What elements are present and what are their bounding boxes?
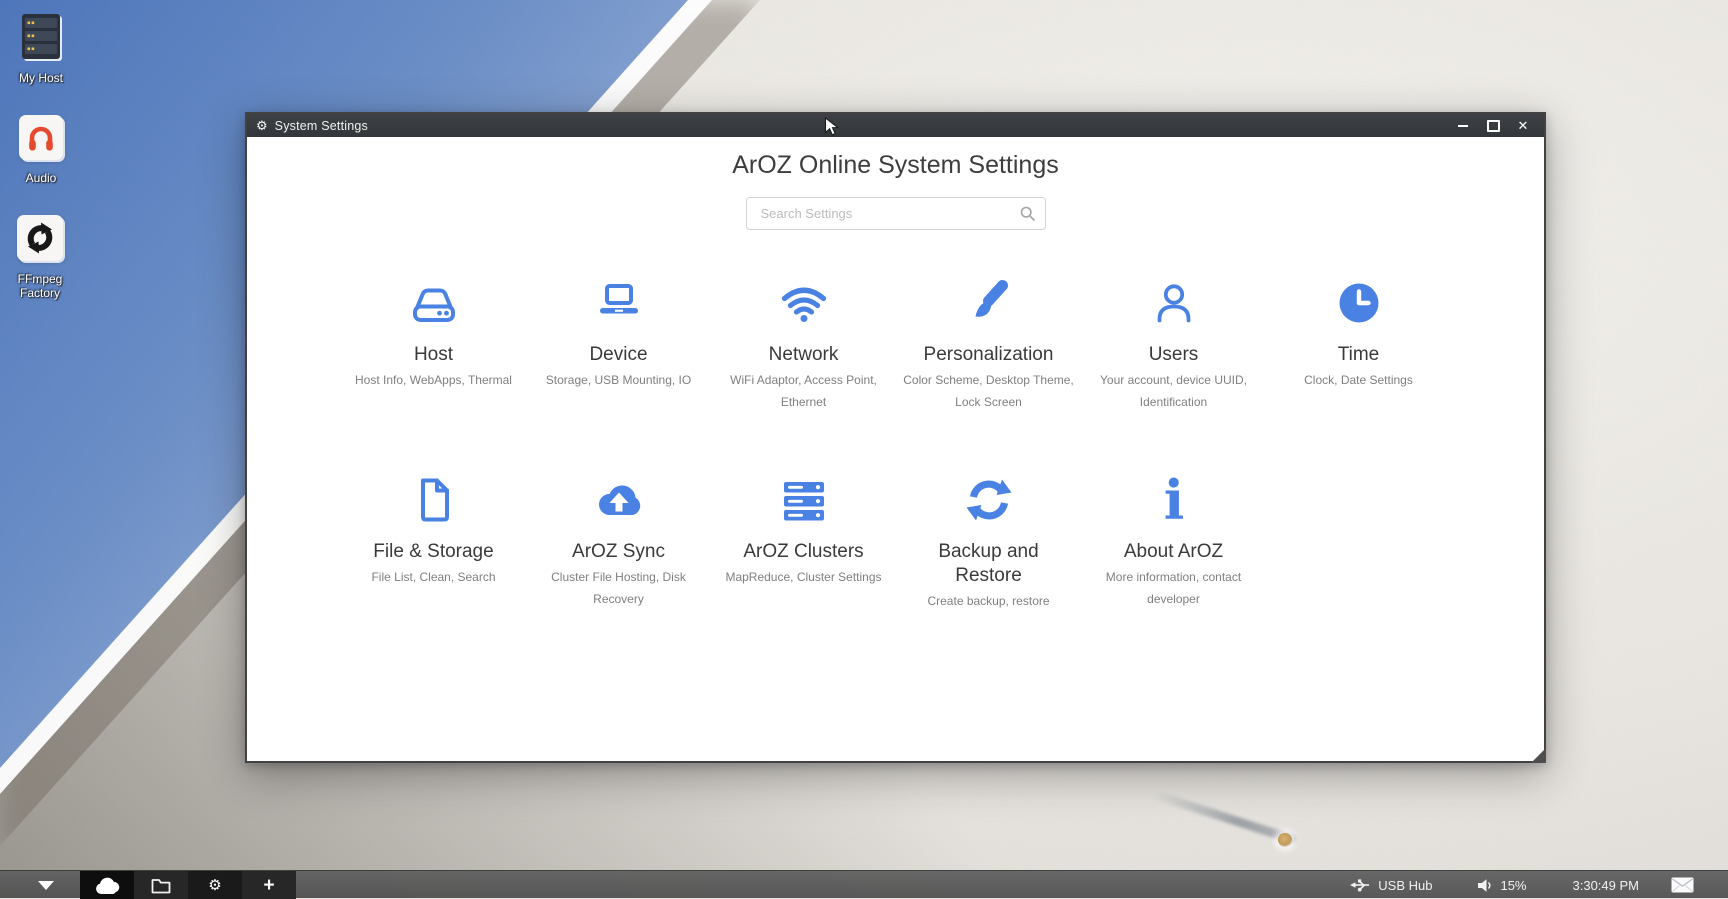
card-device[interactable]: Device Storage, USB Mounting, IO	[526, 272, 711, 413]
tray-messages[interactable]	[1671, 877, 1694, 893]
taskbar-folder-button[interactable]	[134, 871, 188, 899]
card-title: Time	[1266, 343, 1451, 367]
tray-clock[interactable]: 3:30:49 PM	[1573, 878, 1640, 893]
card-subtitle: Cluster File Hosting, Disk Recovery	[528, 566, 710, 610]
gear-icon: ⚙	[208, 876, 221, 894]
cloud-icon	[94, 876, 121, 895]
card-users[interactable]: Users Your account, device UUID, Identif…	[1081, 272, 1266, 413]
paint-brush-icon	[961, 275, 1017, 331]
settings-content: ArOZ Online System Settings Host Host In…	[247, 137, 1544, 763]
minimize-icon	[1458, 125, 1468, 127]
taskbar: ⚙ + USB Hub 15%	[0, 870, 1728, 898]
desktop-icon-audio[interactable]: Audio	[0, 115, 82, 185]
tray-volume[interactable]: 15%	[1478, 878, 1526, 893]
maximize-icon	[1487, 120, 1500, 132]
card-subtitle: WiFi Adaptor, Access Point, Ethernet	[713, 369, 895, 413]
card-network[interactable]: Network WiFi Adaptor, Access Point, Ethe…	[711, 272, 896, 413]
cloud-upload-icon	[591, 472, 647, 528]
window-titlebar[interactable]: ⚙ System Settings ✕	[247, 114, 1544, 137]
card-title: ArOZ Sync	[526, 540, 711, 564]
search-icon	[1020, 206, 1035, 221]
tray-volume-label: 15%	[1500, 878, 1526, 893]
tray-clock-label: 3:30:49 PM	[1573, 878, 1640, 893]
close-button[interactable]: ✕	[1516, 119, 1530, 133]
wall-nail	[1278, 833, 1292, 847]
card-subtitle: Storage, USB Mounting, IO	[528, 369, 710, 391]
desktop-icon-label: Audio	[0, 171, 82, 185]
card-title: Personalization	[896, 343, 1081, 367]
system-tray: USB Hub 15% 3:30:49 PM	[1350, 871, 1728, 899]
plus-icon: +	[263, 876, 274, 895]
desktop-icon-ffmpeg-factory[interactable]: FFmpeg Factory	[0, 215, 81, 300]
card-subtitle: More information, contact developer	[1083, 566, 1265, 610]
card-aroz-sync[interactable]: ArOZ Sync Cluster File Hosting, Disk Rec…	[526, 469, 711, 612]
speaker-icon	[1478, 879, 1493, 892]
clock-icon	[1331, 275, 1387, 331]
card-subtitle: File List, Clean, Search	[343, 566, 525, 588]
card-about-aroz[interactable]: i About ArOZ More information, contact d…	[1081, 469, 1266, 612]
gear-icon: ⚙	[256, 119, 268, 132]
page-title: ArOZ Online System Settings	[247, 151, 1544, 180]
info-icon: i	[1146, 472, 1202, 528]
wifi-icon	[776, 275, 832, 331]
user-icon	[1146, 275, 1202, 331]
card-subtitle: Your account, device UUID, Identificatio…	[1083, 369, 1265, 413]
minimize-button[interactable]	[1456, 119, 1470, 133]
headphones-icon	[26, 123, 56, 153]
settings-grid-row2: File & Storage File List, Clean, Search …	[341, 469, 1544, 612]
folder-icon	[151, 877, 171, 894]
card-subtitle: Color Scheme, Desktop Theme, Lock Screen	[898, 369, 1080, 413]
svg-text:i: i	[1163, 472, 1184, 528]
desktop-icon-my-host[interactable]: My Host	[0, 13, 82, 85]
tray-usb[interactable]: USB Hub	[1350, 878, 1432, 893]
card-title: Network	[711, 343, 896, 367]
hdd-icon	[406, 275, 462, 331]
taskbar-apps: ⚙ +	[80, 871, 296, 899]
card-backup-restore[interactable]: Backup and Restore Create backup, restor…	[896, 469, 1081, 612]
card-title: Host	[341, 343, 526, 367]
refresh-icon	[961, 472, 1017, 528]
card-title: Backup and Restore	[924, 540, 1054, 588]
chevron-down-icon[interactable]	[38, 881, 54, 890]
card-subtitle: Clock, Date Settings	[1268, 369, 1450, 391]
window-resize-handle[interactable]	[1531, 748, 1546, 763]
taskbar-settings-button[interactable]: ⚙	[188, 871, 242, 899]
system-settings-window: ⚙ System Settings ✕ ArOZ Online System S…	[245, 112, 1546, 763]
taskbar-add-button[interactable]: +	[242, 871, 296, 899]
card-subtitle: Create backup, restore	[898, 590, 1080, 612]
desktop-icon-label: FFmpeg Factory	[8, 272, 72, 300]
card-subtitle: MapReduce, Cluster Settings	[713, 566, 895, 588]
search-box	[746, 197, 1046, 230]
envelope-icon	[1671, 877, 1694, 893]
server-rack-icon	[0, 13, 82, 60]
taskbar-cloud-button[interactable]	[80, 871, 134, 899]
file-icon	[406, 472, 462, 528]
usb-icon	[1350, 878, 1371, 892]
desktop-icon-label: My Host	[0, 71, 82, 85]
server-icon	[776, 472, 832, 528]
card-title: File & Storage	[341, 540, 526, 564]
card-title: About ArOZ	[1081, 540, 1266, 564]
card-title: ArOZ Clusters	[711, 540, 896, 564]
search-input[interactable]	[746, 197, 1046, 230]
card-title: Device	[526, 343, 711, 367]
laptop-icon	[591, 275, 647, 331]
recycle-arrows-icon	[24, 222, 56, 254]
settings-grid-row1: Host Host Info, WebApps, Thermal Device …	[341, 272, 1544, 413]
card-personalization[interactable]: Personalization Color Scheme, Desktop Th…	[896, 272, 1081, 413]
card-title: Users	[1081, 343, 1266, 367]
window-title: System Settings	[275, 119, 368, 133]
card-time[interactable]: Time Clock, Date Settings	[1266, 272, 1451, 413]
tray-usb-label: USB Hub	[1378, 878, 1432, 893]
card-file-storage[interactable]: File & Storage File List, Clean, Search	[341, 469, 526, 612]
cursor-arrow-icon	[824, 117, 843, 137]
maximize-button[interactable]	[1486, 119, 1500, 133]
card-aroz-clusters[interactable]: ArOZ Clusters MapReduce, Cluster Setting…	[711, 469, 896, 612]
card-host[interactable]: Host Host Info, WebApps, Thermal	[341, 272, 526, 413]
card-subtitle: Host Info, WebApps, Thermal	[343, 369, 525, 391]
close-icon: ✕	[1518, 119, 1529, 132]
